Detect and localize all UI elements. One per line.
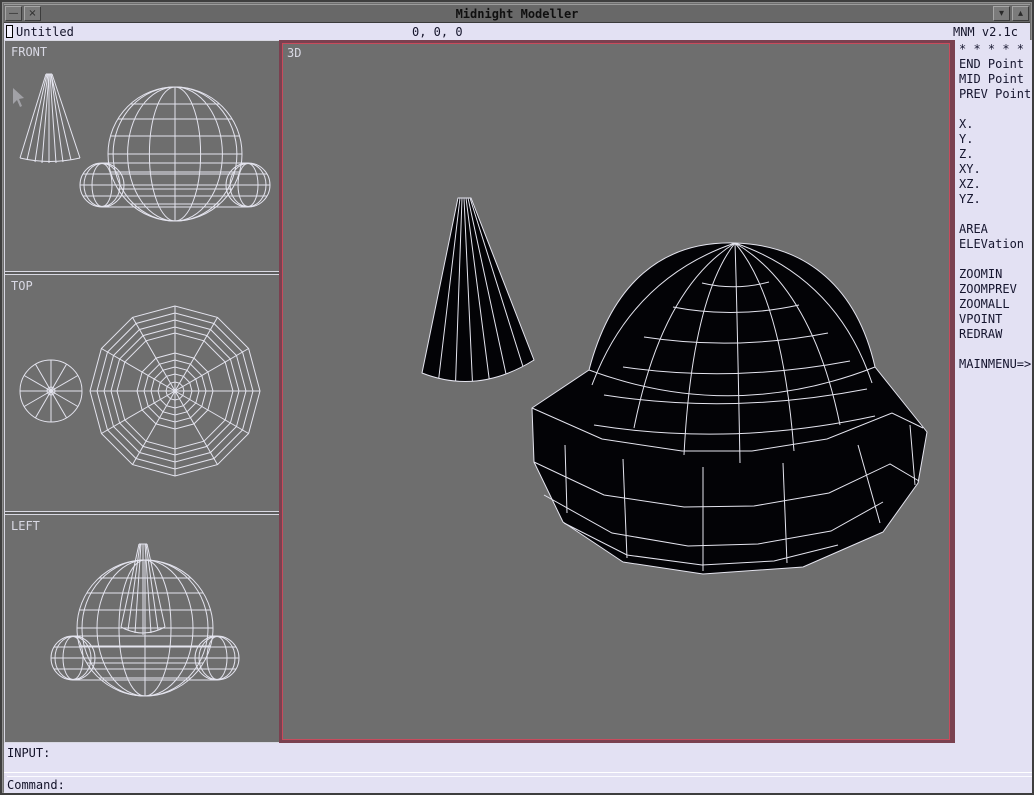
menu-item-x[interactable]: X.: [955, 117, 1033, 132]
console-separator: [4, 772, 1034, 773]
viewport-top-canvas[interactable]: [5, 275, 279, 511]
hat-3d: [532, 243, 927, 574]
info-strip: Untitled 0, 0, 0 MNM v2.1c: [4, 23, 1030, 40]
top-cone-wireframe: [20, 360, 82, 422]
coordinate-readout: 0, 0, 0: [412, 24, 463, 40]
command-label: Command:: [7, 778, 65, 792]
text-cursor: [6, 25, 13, 38]
window-lower-button[interactable]: ▾: [993, 6, 1010, 21]
menu-item-area[interactable]: AREA: [955, 222, 1033, 237]
viewport-front-canvas[interactable]: [5, 41, 279, 271]
viewport-3d-label: 3D: [287, 46, 301, 60]
window-resize-button[interactable]: ×: [24, 6, 41, 21]
menu-spacer: [955, 207, 1033, 222]
menu-item-mid-point[interactable]: MID Point: [955, 72, 1033, 87]
left-sphere-torus-wireframe: [51, 560, 239, 696]
menu-item-zoomprev[interactable]: ZOOMPREV: [955, 282, 1033, 297]
top-hat-wireframe: [90, 306, 260, 476]
menu-item-yz[interactable]: YZ.: [955, 192, 1033, 207]
menu-item-xy[interactable]: XY.: [955, 162, 1033, 177]
menu-spacer: [955, 342, 1033, 357]
menu-spacer: [955, 102, 1033, 117]
viewport-left-label: LEFT: [11, 519, 40, 533]
viewport-front[interactable]: FRONT: [5, 41, 279, 271]
menu-item-y[interactable]: Y.: [955, 132, 1033, 147]
front-cone-wireframe: [20, 74, 80, 163]
menu-item-mainmenu[interactable]: MAINMENU=>: [955, 357, 1033, 372]
document-name: Untitled: [16, 24, 74, 40]
console-area: INPUT: Command:: [4, 743, 1034, 795]
viewport-left-canvas[interactable]: [5, 515, 279, 744]
window-menu-icon: —: [9, 8, 19, 19]
menu-item-elevation[interactable]: ELEVation: [955, 237, 1033, 252]
viewport-top-label: TOP: [11, 279, 33, 293]
viewport-front-label: FRONT: [11, 45, 47, 59]
menu-item-redraw[interactable]: REDRAW: [955, 327, 1033, 342]
menu-item-zoomall[interactable]: ZOOMALL: [955, 297, 1033, 312]
window-title: Midnight Modeller: [42, 7, 992, 21]
ortho-viewport-panel: FRONT: [4, 40, 279, 743]
titlebar[interactable]: — × Midnight Modeller ▾ ▴: [4, 4, 1030, 23]
app-version: MNM v2.1c: [953, 24, 1018, 40]
cone-3d: [422, 198, 534, 381]
app-window: — × Midnight Modeller ▾ ▴ Untitled 0, 0,…: [0, 0, 1034, 795]
left-cone-wireframe: [121, 544, 165, 635]
viewport-top[interactable]: TOP: [5, 275, 279, 511]
menu-item-zoomin[interactable]: ZOOMIN: [955, 267, 1033, 282]
viewport-3d-canvas[interactable]: [282, 43, 950, 740]
menu-item-end-point[interactable]: END Point: [955, 57, 1033, 72]
menu-item-stars[interactable]: * * * * * *: [955, 42, 1033, 57]
command-menu: * * * * * * END Point MID Point PREV Poi…: [953, 40, 1034, 743]
window-raise-icon: ▴: [1018, 8, 1023, 19]
front-sphere-torus-wireframe: [80, 87, 270, 221]
window-menu-button[interactable]: —: [5, 6, 22, 21]
command-line[interactable]: Command:: [7, 776, 1032, 792]
window-resize-icon: ×: [28, 8, 36, 19]
input-label: INPUT:: [7, 746, 50, 760]
viewport-left[interactable]: LEFT: [5, 515, 279, 744]
window-lower-icon: ▾: [999, 8, 1004, 19]
menu-item-prev-point[interactable]: PREV Point: [955, 87, 1033, 102]
mouse-cursor-icon: [13, 88, 24, 107]
menu-item-z[interactable]: Z.: [955, 147, 1033, 162]
window-raise-button[interactable]: ▴: [1012, 6, 1029, 21]
menu-spacer: [955, 252, 1033, 267]
menu-item-vpoint[interactable]: VPOINT: [955, 312, 1033, 327]
input-line[interactable]: INPUT:: [7, 746, 50, 761]
viewport-3d[interactable]: 3D: [279, 40, 953, 743]
menu-item-xz[interactable]: XZ.: [955, 177, 1033, 192]
